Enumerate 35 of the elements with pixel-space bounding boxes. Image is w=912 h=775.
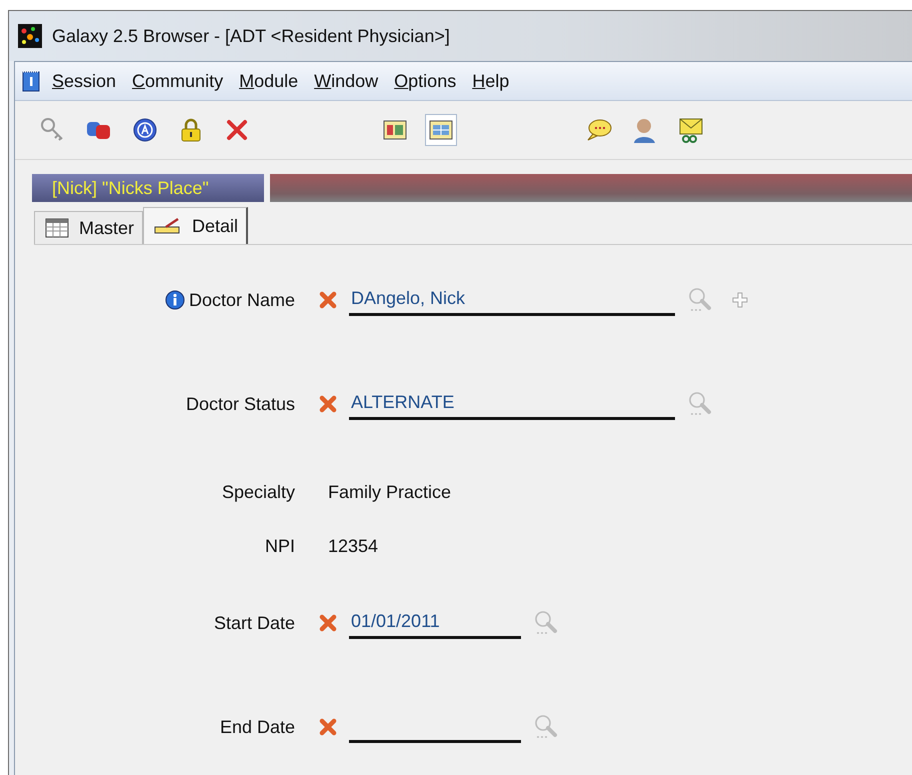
galaxy-logo-icon	[18, 24, 42, 48]
field-label: NPI	[264, 536, 295, 556]
window-title: Galaxy 2.5 Browser - [ADT <Resident Physician>]	[52, 26, 450, 46]
menu-item[interactable]: Window	[309, 70, 384, 92]
input-field[interactable]: DAngelo, Nick	[349, 284, 675, 316]
grid-icon[interactable]	[429, 119, 453, 141]
form-icon[interactable]	[383, 119, 407, 141]
context-label: [Nick] "Nicks Place"	[32, 174, 264, 202]
required-icon	[319, 614, 337, 632]
input-field[interactable]: 01/01/2011	[349, 607, 521, 639]
input-field[interactable]: ALTERNATE	[349, 388, 675, 420]
required-icon	[319, 395, 337, 413]
menu-item[interactable]: Options	[389, 70, 462, 92]
required-icon	[319, 718, 337, 736]
field-label: Doctor Status	[186, 394, 295, 414]
pencil-icon	[154, 217, 182, 235]
field-label: Specialty	[222, 482, 295, 502]
required-icon	[319, 291, 337, 309]
tab[interactable]: Detail	[143, 207, 248, 244]
field-value: Family Practice	[328, 482, 452, 502]
info-icon	[164, 290, 185, 310]
field-label: Doctor Name	[188, 290, 295, 310]
field-label: Start Date	[214, 612, 295, 634]
tab-label: Master	[79, 218, 134, 238]
tab[interactable]: Master	[34, 211, 144, 244]
document-icon[interactable]	[21, 69, 41, 93]
table-icon	[45, 218, 69, 238]
menu-item[interactable]: Session	[47, 70, 122, 92]
field-value: 12354	[328, 536, 378, 556]
menu-item[interactable]: Module	[234, 70, 304, 92]
menu-item[interactable]: Help	[467, 70, 514, 92]
menu-item[interactable]: Community	[127, 70, 228, 92]
toolbar-button[interactable]	[425, 114, 457, 146]
tab-label: Detail	[192, 216, 238, 236]
field-label: End Date	[220, 716, 295, 738]
